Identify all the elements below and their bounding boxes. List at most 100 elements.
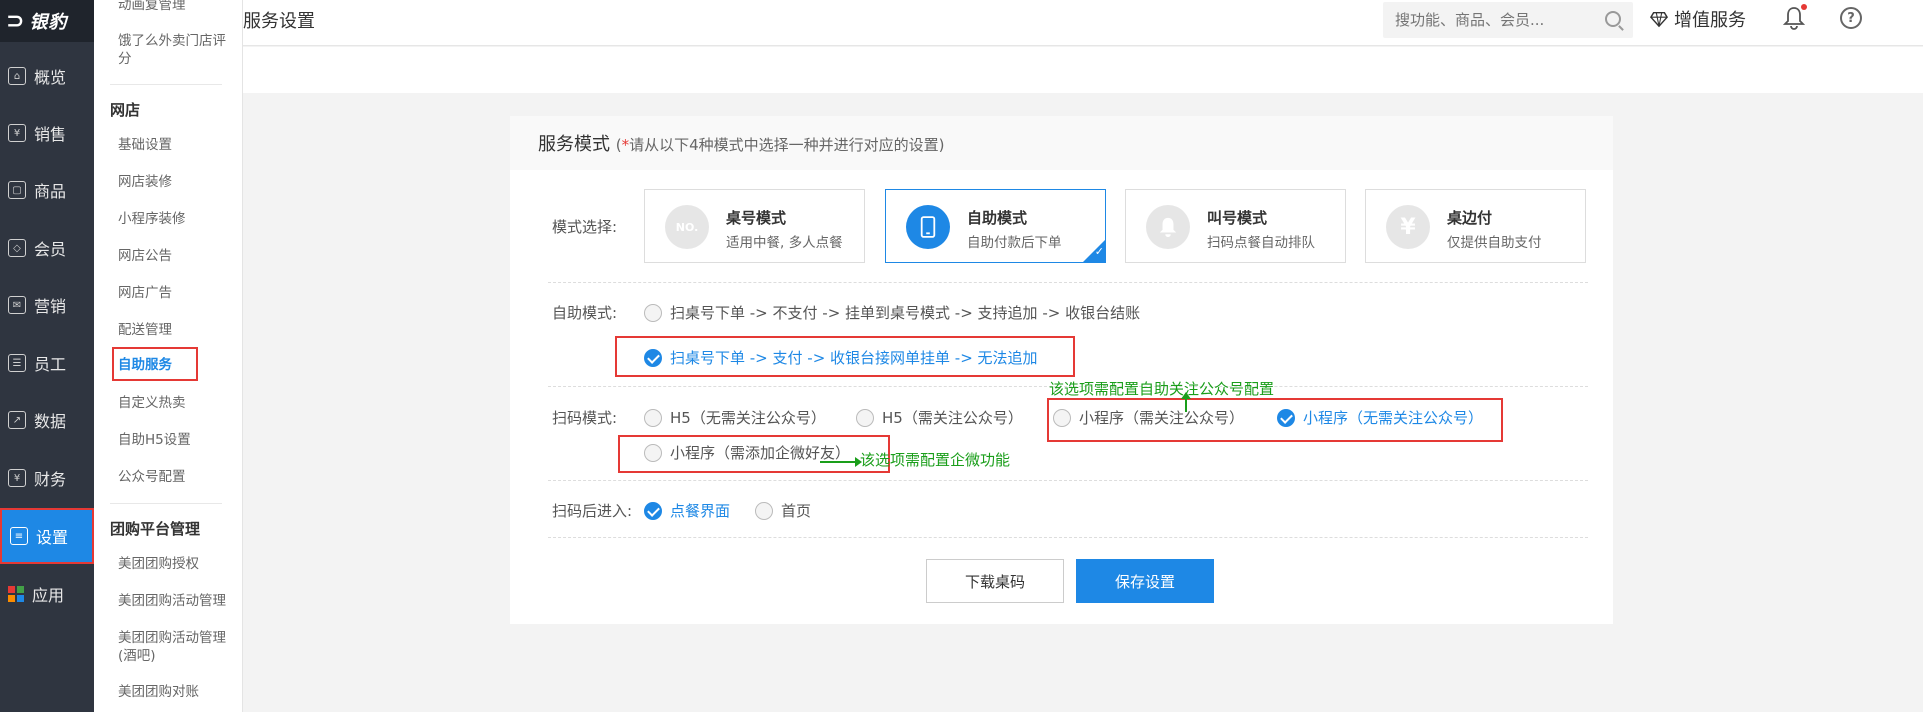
subnav-item[interactable]: 网店装修 [118,173,236,191]
radio-circle [644,408,662,427]
subnav-item[interactable]: 小程序装修 [118,210,236,228]
radio-circle [755,501,773,520]
subnav-item[interactable]: 动画复管理 [118,0,236,14]
top-header: 服务设置 增值服务 ? [243,0,1923,46]
nav-item-overview[interactable]: ⌂ 概览 [0,48,94,104]
search-icon[interactable] [1605,11,1621,27]
nav-label: 应用 [32,586,65,605]
mode-name: 桌号模式 [726,209,787,227]
scan-option-h5-follow[interactable]: H5（需关注公众号） [856,407,1023,428]
annotation-note: 该选项需配置企微功能 [860,451,1011,469]
card-title: 服务模式 (*请从以下4种模式中选择一种并进行对应的设置) [538,130,945,156]
annotation-arrow-icon [820,457,862,467]
scan-mode-label: 扫码模式: [552,409,618,427]
notification-bell-icon[interactable] [1782,4,1807,30]
mode-name: 自助模式 [967,209,1028,227]
home-icon: ⌂ [8,67,26,85]
apps-icon [8,586,24,602]
nav-item-member[interactable]: ◇ 会员 [0,220,94,276]
app-root: ⊃ 银豹 ⌂ 概览 ¥ 销售 ▢ 商品 ◇ 会员 ✉ 营销 ☰ 员工 ↗ 数据 ¥ 财务 ≡ 设置 [0,0,1923,712]
self-option-no-pay[interactable]: 扫桌号下单 -> 不支付 -> 挂单到桌号模式 -> 支持追加 -> 收银台结账 [644,302,1140,323]
subnav-item[interactable]: 美团团购授权 [118,555,236,573]
table-number-icon: NO. [665,205,709,249]
subnav-divider [110,503,222,504]
after-scan-label: 扫码后进入: [552,502,633,520]
subnav-divider [110,84,222,85]
enter-option-home[interactable]: 首页 [755,500,811,521]
mode-name: 叫号模式 [1207,209,1268,227]
subnav-group-title: 团购平台管理 [110,520,201,538]
subnav-item[interactable]: 配送管理 [118,321,236,339]
nav-item-apps[interactable]: 应用 [0,566,94,622]
service-mode-card: 服务模式 (*请从以下4种模式中选择一种并进行对应的设置) 模式选择: NO. … [510,116,1613,624]
subnav-item[interactable]: 自定义热卖 [118,394,236,412]
global-search[interactable] [1383,2,1633,38]
notification-dot [1801,4,1807,10]
annotation-highlight-box [618,435,890,473]
nav-item-finance[interactable]: ¥ 财务 [0,450,94,506]
annotation-note: 该选项需配置自助关注公众号配置 [1049,380,1275,398]
scan-option-h5-no-follow[interactable]: H5（无需关注公众号） [644,407,826,428]
logo-mark-icon: ⊃ [6,8,26,34]
card-title-text: 服务模式 [538,134,610,155]
hint-text: 请从以下4种模式中选择一种并进行对应的设置) [629,136,945,154]
required-star: * [621,136,630,154]
subnav-item[interactable]: 基础设置 [118,136,236,154]
nav-label: 营销 [34,297,67,316]
mode-desc: 自助付款后下单 [967,235,1062,251]
sub-toolbar [243,47,1923,93]
download-table-code-button[interactable]: 下载桌码 [926,559,1064,603]
mode-card-table[interactable]: NO. 桌号模式 适用中餐, 多人点餐 [644,189,865,263]
nav-label: 销售 [34,125,67,144]
mode-card-queue[interactable]: 叫号模式 扫码点餐自动排队 [1125,189,1346,263]
nav-label: 数据 [34,412,67,431]
nav-label: 概览 [34,68,67,87]
radio-label: 点餐界面 [670,502,731,520]
help-icon[interactable]: ? [1840,7,1862,29]
nav-item-settings[interactable]: ≡ 设置 [0,508,94,564]
staff-icon: ☰ [8,354,26,372]
self-mode-label: 自助模式: [552,304,618,322]
subnav-item[interactable]: 网店广告 [118,284,236,302]
nav-item-data[interactable]: ↗ 数据 [0,392,94,448]
radio-label: 扫桌号下单 -> 不支付 -> 挂单到桌号模式 -> 支持追加 -> 收银台结账 [670,304,1141,322]
subnav-item[interactable]: 饿了么外卖门店评分 [118,32,236,68]
nav-item-sales[interactable]: ¥ 销售 [0,105,94,161]
diamond-icon [1650,11,1668,28]
nav-item-staff[interactable]: ☰ 员工 [0,335,94,391]
mode-desc: 适用中餐, 多人点餐 [726,235,843,251]
search-input[interactable] [1395,11,1595,29]
main-sidebar: ⊃ 银豹 ⌂ 概览 ¥ 销售 ▢ 商品 ◇ 会员 ✉ 营销 ☰ 员工 ↗ 数据 ¥ 财务 ≡ 设置 [0,0,94,712]
save-settings-button[interactable]: 保存设置 [1076,559,1214,603]
subnav-item[interactable]: 美团团购活动管理(酒吧) [118,629,236,665]
section-divider [548,282,1588,283]
marketing-icon: ✉ [8,296,26,314]
selected-check-icon [1083,240,1105,262]
value-added-services-label: 增值服务 [1674,10,1746,31]
subnav-item[interactable]: 公众号配置 [118,468,236,486]
radio-label: 首页 [781,502,812,520]
enter-option-ordering[interactable]: 点餐界面 [644,500,730,521]
radio-label: H5（需关注公众号） [882,409,1023,427]
subnav-item[interactable]: 网店公告 [118,247,236,265]
mode-card-table-pay[interactable]: ¥ 桌边付 仅提供自助支付 [1365,189,1586,263]
nav-item-goods[interactable]: ▢ 商品 [0,162,94,218]
annotation-highlight-box [615,336,1075,377]
member-icon: ◇ [8,239,26,257]
brand-logo[interactable]: ⊃ 银豹 [0,0,94,42]
goods-icon: ▢ [8,181,26,199]
settings-icon: ≡ [10,527,28,545]
section-divider [548,537,1588,538]
subnav-item[interactable]: 美团团购对账 [118,683,236,701]
bell-icon [1146,205,1190,249]
mode-select-label: 模式选择: [552,218,618,236]
nav-item-marketing[interactable]: ✉ 营销 [0,277,94,333]
subnav-item[interactable]: 自助H5设置 [118,431,236,449]
yuan-icon: ¥ [1386,205,1430,249]
mode-card-self-service[interactable]: 自助模式 自助付款后下单 [885,189,1106,263]
radio-label: H5（无需关注公众号） [670,409,826,427]
radio-circle [644,303,662,322]
value-added-services-button[interactable]: 增值服务 [1650,6,1746,32]
card-header: 服务模式 (*请从以下4种模式中选择一种并进行对应的设置) [510,116,1613,170]
subnav-item[interactable]: 美团团购活动管理 [118,592,236,610]
